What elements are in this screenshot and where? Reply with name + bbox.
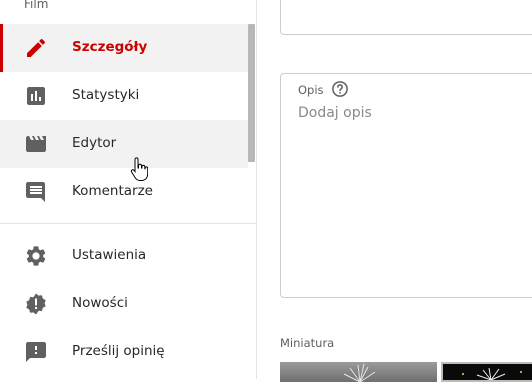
sidebar-item-label: Ustawienia	[72, 247, 147, 263]
thumbnail-label: Miniatura	[280, 336, 335, 350]
hand-cursor-icon	[130, 157, 148, 181]
sidebar-item-label: Nowości	[72, 295, 128, 311]
sidebar-item-details[interactable]: Szczegóły	[0, 24, 248, 72]
main-content: Opis Dodaj opis Miniatura	[257, 0, 532, 382]
feedback-icon	[26, 342, 46, 362]
sidebar-item-label: Szczegóły	[72, 39, 148, 55]
thumbnail-option[interactable]	[280, 362, 437, 382]
alert-badge-icon	[26, 293, 46, 315]
description-placeholder: Dodaj opis	[298, 105, 372, 121]
description-label: Opis	[298, 83, 324, 97]
clapperboard-icon	[26, 136, 46, 152]
sidebar-item-analytics[interactable]: Statystyki	[0, 72, 248, 120]
sidebar-item-comments[interactable]: Komentarze	[0, 168, 248, 216]
sidebar-item-editor[interactable]: Edytor	[0, 120, 248, 168]
sidebar-scrollbar[interactable]	[248, 24, 255, 162]
analytics-icon	[27, 87, 45, 105]
fireworks-image	[462, 367, 522, 380]
fireworks-image	[343, 363, 376, 382]
sidebar-item-label: Prześlij opinię	[72, 343, 165, 359]
sidebar-section-label: Film	[24, 0, 49, 11]
active-indicator	[0, 24, 3, 72]
help-icon[interactable]	[331, 80, 349, 98]
thumbnail-option-selected[interactable]	[441, 362, 532, 382]
sidebar-item-settings[interactable]: Ustawienia	[0, 232, 248, 280]
title-field[interactable]	[280, 0, 532, 35]
sidebar-divider	[0, 223, 256, 224]
sidebar-item-feedback[interactable]: Prześlij opinię	[0, 328, 248, 376]
sidebar-item-label: Edytor	[72, 135, 117, 151]
sidebar: Film Szczegóły Statystyki Edytor Komenta…	[0, 0, 257, 379]
pencil-icon	[27, 38, 46, 57]
sidebar-item-label: Komentarze	[72, 183, 153, 199]
comment-icon	[26, 182, 45, 202]
description-field[interactable]: Opis Dodaj opis	[280, 73, 532, 298]
sidebar-item-whats-new[interactable]: Nowości	[0, 280, 248, 328]
sidebar-item-label: Statystyki	[72, 87, 140, 103]
gear-icon	[26, 246, 46, 266]
